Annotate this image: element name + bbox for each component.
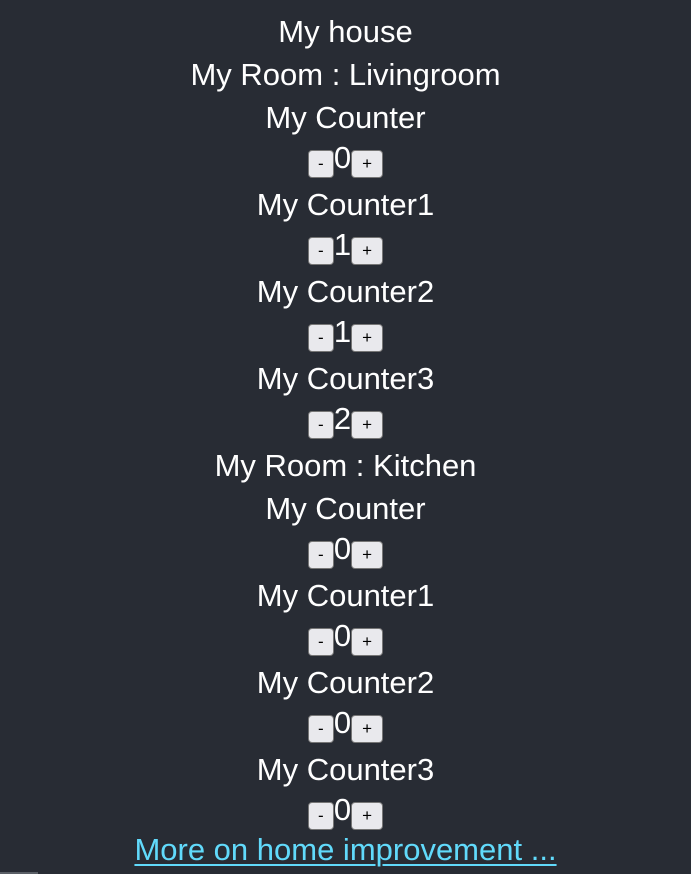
room-kitchen: My Room : Kitchen My Counter - 0 + My Co…: [0, 447, 691, 838]
counter-controls: - 2 +: [0, 403, 691, 447]
decrement-button[interactable]: -: [307, 411, 334, 439]
decrement-button[interactable]: -: [307, 715, 334, 743]
counter-controls: - 1 +: [0, 229, 691, 273]
increment-button[interactable]: +: [351, 411, 384, 439]
room-title: My Room : Livingroom: [190, 57, 501, 92]
decrement-button[interactable]: -: [307, 541, 334, 569]
increment-button[interactable]: +: [351, 628, 384, 656]
counter-value: 0: [333, 531, 352, 566]
room-title: My Room : Kitchen: [214, 448, 477, 483]
counter-label: My Counter2: [256, 665, 435, 700]
counter-label: My Counter2: [256, 274, 435, 309]
counter-value: 0: [333, 140, 352, 175]
decrement-button[interactable]: -: [307, 237, 334, 265]
increment-button[interactable]: +: [351, 237, 384, 265]
app-root: My house My Room : Livingroom My Counter…: [0, 0, 691, 874]
counter: My Counter - 0 +: [0, 490, 691, 577]
counter-label: My Counter1: [256, 578, 435, 613]
increment-button[interactable]: +: [351, 324, 384, 352]
counter-label: My Counter: [265, 100, 426, 135]
counter-value: 1: [333, 227, 352, 262]
counter: My Counter1 - 0 +: [0, 577, 691, 664]
counter-controls: - 0 +: [0, 533, 691, 577]
counter-label: My Counter: [265, 491, 426, 526]
house-title: My house: [278, 14, 413, 49]
counter-controls: - 0 +: [0, 142, 691, 186]
counter: My Counter - 0 +: [0, 99, 691, 186]
counter-value: 2: [333, 401, 352, 436]
counter-controls: - 0 +: [0, 707, 691, 751]
decrement-button[interactable]: -: [307, 628, 334, 656]
counter-value: 0: [333, 792, 352, 827]
home-improvement-link[interactable]: More on home improvement ...: [134, 831, 556, 869]
counter-controls: - 0 +: [0, 620, 691, 664]
increment-button[interactable]: +: [351, 150, 384, 178]
counter: My Counter3 - 2 +: [0, 360, 691, 447]
decrement-button[interactable]: -: [307, 150, 334, 178]
counter: My Counter2 - 0 +: [0, 664, 691, 751]
decrement-button[interactable]: -: [307, 324, 334, 352]
counter: My Counter2 - 1 +: [0, 273, 691, 360]
counter: My Counter1 - 1 +: [0, 186, 691, 273]
increment-button[interactable]: +: [351, 715, 384, 743]
counter-label: My Counter1: [256, 187, 435, 222]
decrement-button[interactable]: -: [307, 802, 334, 830]
increment-button[interactable]: +: [351, 541, 384, 569]
counter-label: My Counter3: [256, 752, 435, 787]
increment-button[interactable]: +: [351, 802, 384, 830]
footer: More on home improvement ...: [0, 831, 691, 869]
room-livingroom: My Room : Livingroom My Counter - 0 + My…: [0, 56, 691, 447]
counter-value: 0: [333, 618, 352, 653]
counter-value: 1: [333, 314, 352, 349]
counter-controls: - 1 +: [0, 316, 691, 360]
counter: My Counter3 - 0 +: [0, 751, 691, 838]
counter-value: 0: [333, 705, 352, 740]
counter-label: My Counter3: [256, 361, 435, 396]
